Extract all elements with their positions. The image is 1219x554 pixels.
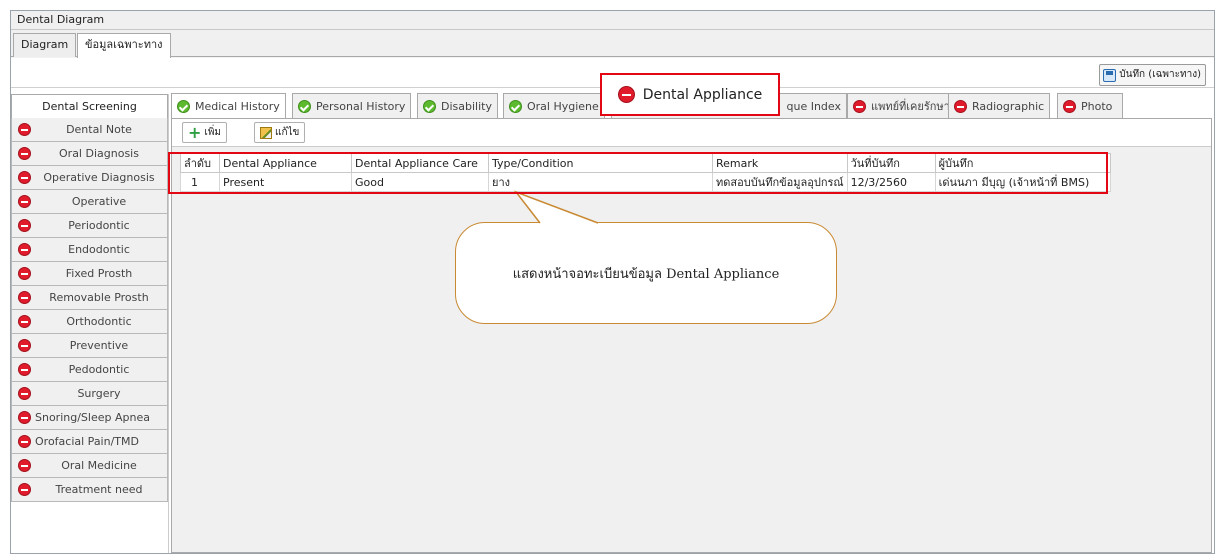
tab-label: Dental Appliance	[642, 86, 763, 103]
annotation-callout: แสดงหน้าจอทะเบียนข้อมูล Dental Appliance	[455, 222, 837, 324]
sidebar-item-pedodontic[interactable]: Pedodontic	[11, 358, 168, 382]
tab-label: แพทย์ที่เคยรักษา	[871, 100, 950, 113]
save-specialty-button[interactable]: บันทึก (เฉพาะทาง)	[1099, 64, 1206, 86]
edit-button[interactable]: แก้ไข	[254, 122, 306, 143]
edit-icon	[260, 126, 272, 139]
add-button[interactable]: + เพิ่ม	[182, 122, 228, 143]
error-icon	[18, 483, 31, 496]
error-icon	[18, 123, 31, 136]
check-icon	[423, 99, 436, 113]
add-button-label: เพิ่ม	[204, 127, 222, 138]
sidebar-item-label: Operative Diagnosis	[43, 171, 155, 184]
tab-oral-hygiene[interactable]: Oral Hygiene	[503, 93, 605, 118]
tab-specialty-data[interactable]: ข้อมูลเฉพาะทาง	[77, 33, 171, 58]
sidebar-item-label: Operative	[71, 195, 127, 208]
tab-previous-dentist[interactable]: แพทย์ที่เคยรักษา	[847, 93, 956, 118]
error-icon	[18, 219, 31, 232]
error-icon	[18, 291, 31, 304]
sidebar-item-surgery[interactable]: Surgery	[11, 382, 168, 406]
sidebar-item-label: Pedodontic	[68, 363, 130, 376]
error-icon	[18, 363, 31, 376]
tab-diagram[interactable]: Diagram	[13, 33, 77, 57]
sidebar-item-treatment-need[interactable]: Treatment need	[11, 478, 168, 502]
error-icon	[18, 459, 31, 472]
sidebar-item-label: Snoring/Sleep Apnea	[35, 411, 150, 424]
sidebar-item-oral-diagnosis[interactable]: Oral Diagnosis	[11, 142, 168, 166]
tab-radiographic[interactable]: Radiographic	[948, 93, 1051, 118]
sidebar-item-oral-medicine[interactable]: Oral Medicine	[11, 454, 168, 478]
dental-sidebar: Dental Screening Dental Note Oral Diagno…	[11, 94, 169, 553]
error-icon	[18, 339, 31, 352]
sidebar-item-fixed-prosth[interactable]: Fixed Prosth	[11, 262, 168, 286]
error-icon	[18, 267, 31, 280]
tab-photo[interactable]: Photo	[1057, 93, 1123, 118]
sidebar-item-operative[interactable]: Operative	[11, 190, 168, 214]
sidebar-item-preventive[interactable]: Preventive	[11, 334, 168, 358]
outer-tab-bar: Diagram ข้อมูลเฉพาะทาง	[11, 30, 1214, 58]
error-icon	[954, 99, 967, 113]
check-icon	[509, 99, 522, 113]
sidebar-item-label: Surgery	[77, 387, 121, 400]
tab-label: Disability	[441, 99, 492, 113]
sidebar-item-label: Oral Diagnosis	[59, 147, 139, 160]
sidebar-item-periodontic[interactable]: Periodontic	[11, 214, 168, 238]
error-icon	[18, 243, 31, 256]
tab-medical-history[interactable]: Medical History	[171, 93, 286, 118]
sidebar-item-endodontic[interactable]: Endodontic	[11, 238, 168, 262]
sidebar-item-label: Orofacial Pain/TMD	[35, 435, 139, 448]
error-icon	[853, 99, 866, 113]
error-icon	[18, 195, 31, 208]
sidebar-item-label: Dental Note	[66, 123, 132, 136]
check-icon	[298, 99, 311, 113]
tab-dental-appliance[interactable]: Dental Appliance	[600, 73, 780, 116]
appliance-grid: ลำดับ Dental Appliance Dental Appliance …	[180, 153, 1205, 552]
window-title: Dental Diagram	[11, 11, 1214, 30]
sidebar-item-snoring[interactable]: Snoring/Sleep Apnea	[11, 406, 168, 430]
check-icon	[177, 99, 190, 113]
tab-label: Personal History	[316, 99, 406, 113]
sidebar-header[interactable]: Dental Screening	[11, 94, 168, 118]
panel-toolbar: + เพิ่ม แก้ไข	[172, 119, 1211, 147]
tab-personal-history[interactable]: Personal History	[292, 93, 412, 118]
error-icon	[18, 315, 31, 328]
callout-text: แสดงหน้าจอทะเบียนข้อมูล Dental Appliance	[512, 266, 780, 282]
sidebar-item-dental-note[interactable]: Dental Note	[11, 118, 168, 142]
sidebar-item-label: Preventive	[69, 339, 129, 352]
sidebar-item-label: Oral Medicine	[61, 459, 137, 472]
sidebar-item-label: Orthodontic	[66, 315, 132, 328]
edit-button-label: แก้ไข	[275, 127, 300, 138]
error-icon	[18, 411, 31, 424]
sidebar-item-orthodontic[interactable]: Orthodontic	[11, 310, 168, 334]
error-icon	[18, 147, 31, 160]
tab-label: Oral Hygiene	[527, 99, 599, 113]
sidebar-item-label: Endodontic	[68, 243, 130, 256]
error-icon	[18, 387, 31, 400]
save-button-label: บันทึก (เฉพาะทาง)	[1119, 69, 1201, 80]
tab-label: Medical History	[195, 99, 280, 113]
error-icon	[617, 86, 635, 103]
sidebar-item-removable-prosth[interactable]: Removable Prosth	[11, 286, 168, 310]
grid-highlight-box	[168, 152, 1108, 194]
plus-icon: +	[188, 122, 202, 142]
save-icon	[1103, 68, 1117, 82]
error-icon	[18, 435, 31, 448]
sidebar-item-orofacial-pain[interactable]: Orofacial Pain/TMD	[11, 430, 168, 454]
sidebar-item-label: Removable Prosth	[49, 291, 149, 304]
tab-label: Radiographic	[972, 99, 1045, 113]
sidebar-item-label: Fixed Prosth	[65, 267, 133, 280]
sidebar-item-label: Treatment need	[55, 483, 143, 496]
sidebar-item-label: Periodontic	[68, 219, 130, 232]
tab-label: Photo	[1081, 99, 1113, 113]
tab-label: que Index	[786, 99, 841, 113]
sidebar-item-operative-diagnosis[interactable]: Operative Diagnosis	[11, 166, 168, 190]
error-icon	[18, 171, 31, 184]
tab-disability[interactable]: Disability	[417, 93, 498, 118]
error-icon	[1063, 99, 1076, 113]
